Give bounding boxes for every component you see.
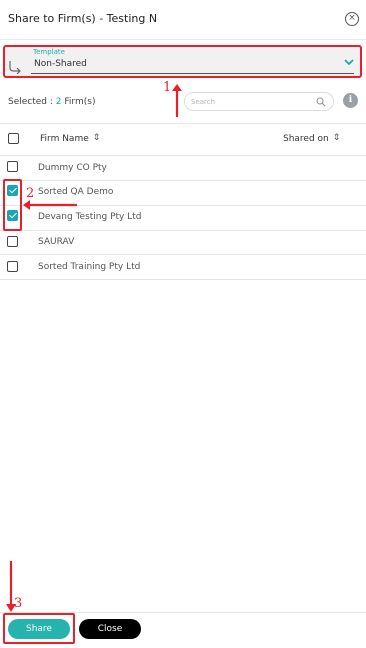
search-input[interactable] bbox=[191, 95, 311, 108]
search-box[interactable] bbox=[184, 92, 334, 111]
annotation-highlight-box bbox=[3, 613, 75, 644]
sort-icon[interactable]: ⇕ bbox=[93, 134, 101, 143]
table-row-firm-name: SAURAV bbox=[38, 237, 75, 247]
selected-count: 2 bbox=[55, 97, 62, 107]
row-checkbox[interactable] bbox=[7, 161, 18, 172]
close-button[interactable]: Close bbox=[79, 619, 141, 639]
search-icon[interactable] bbox=[316, 97, 326, 107]
row-checkbox[interactable] bbox=[7, 236, 18, 247]
table-row-firm-name: Dummy CO Pty bbox=[38, 163, 107, 173]
selected-suffix: Firm(s) bbox=[64, 97, 96, 107]
table-row-firm-name: Devang Testing Pty Ltd bbox=[38, 212, 142, 222]
dialog-title: Share to Firm(s) - Testing N bbox=[8, 12, 158, 25]
column-header-shared-on[interactable]: Shared on ⇕ bbox=[283, 124, 340, 154]
dialog-header: Share to Firm(s) - Testing N × bbox=[0, 0, 366, 40]
divider bbox=[0, 155, 366, 156]
divider bbox=[0, 279, 366, 280]
select-all-checkbox[interactable] bbox=[8, 133, 19, 144]
selected-prefix: Selected : bbox=[8, 97, 53, 107]
divider bbox=[0, 230, 366, 231]
template-select[interactable]: Template Non-Shared bbox=[3, 45, 362, 78]
template-underline bbox=[31, 73, 354, 74]
selected-count-text: Selected : 2 Firm(s) bbox=[8, 97, 95, 107]
template-label: Template bbox=[33, 48, 65, 56]
annotation-arrow-up bbox=[172, 84, 182, 117]
divider bbox=[0, 180, 366, 181]
share-arrow-icon bbox=[9, 61, 21, 74]
annotation-arrow-left bbox=[23, 200, 77, 210]
column-header-firm-name[interactable]: Firm Name ⇕ bbox=[40, 124, 100, 154]
close-circle-icon[interactable]: × bbox=[345, 12, 359, 26]
annotation-number-3: 3 bbox=[14, 596, 23, 611]
sort-icon[interactable]: ⇕ bbox=[333, 134, 341, 143]
divider bbox=[0, 254, 366, 255]
table-row-firm-name: Sorted Training Pty Ltd bbox=[38, 262, 141, 272]
row-checkbox[interactable] bbox=[7, 261, 18, 272]
annotation-highlight-box bbox=[3, 179, 22, 231]
chevron-down-icon[interactable] bbox=[343, 57, 355, 67]
table-row-firm-name: Sorted QA Demo bbox=[38, 187, 114, 197]
info-icon[interactable]: i bbox=[343, 93, 358, 108]
template-value: Non-Shared bbox=[34, 59, 87, 69]
shared-on-label: Shared on bbox=[283, 134, 329, 144]
firm-name-label: Firm Name bbox=[40, 134, 89, 144]
